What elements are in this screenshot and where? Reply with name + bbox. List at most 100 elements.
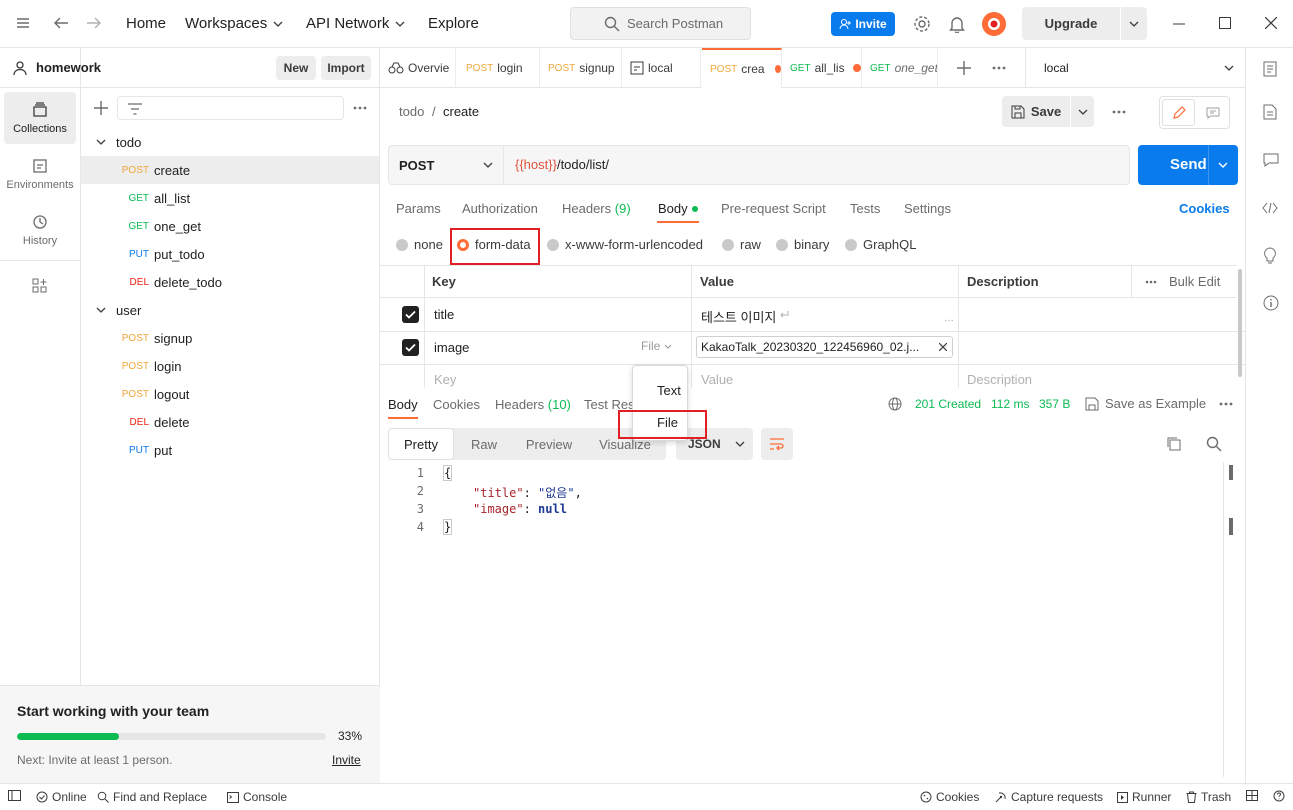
environment-selector[interactable]: local	[1025, 48, 1245, 87]
response-status[interactable]: 201 Created	[915, 397, 981, 411]
request-item-delete-todo[interactable]: DEL delete_todo	[81, 268, 379, 296]
settings-gear-icon[interactable]	[913, 15, 931, 33]
menu-icon[interactable]	[16, 16, 30, 30]
file-chip[interactable]: KakaoTalk_20230320_122456960_02.j...	[696, 336, 953, 358]
table-more-icon[interactable]	[1145, 280, 1157, 284]
filter-input[interactable]	[117, 96, 344, 120]
back-arrow-icon[interactable]	[53, 16, 69, 30]
search-response-icon[interactable]	[1206, 436, 1222, 452]
code-scrollbar-marker[interactable]	[1229, 465, 1233, 480]
import-button[interactable]: Import	[321, 56, 371, 80]
lightbulb-icon[interactable]	[1263, 247, 1277, 265]
tab-params[interactable]: Params	[396, 201, 441, 216]
new-key-input[interactable]: Key	[434, 372, 456, 387]
response-more-icon[interactable]	[1219, 402, 1233, 406]
breadcrumb-parent[interactable]: todo	[399, 104, 424, 119]
runner-button[interactable]: Runner	[1117, 790, 1171, 804]
response-size[interactable]: 357 B	[1039, 397, 1070, 411]
format-pretty[interactable]: Pretty	[388, 428, 454, 460]
request-item-put[interactable]: PUT put	[81, 436, 379, 464]
code-icon[interactable]	[1262, 202, 1278, 214]
rail-environments[interactable]: Environments	[4, 148, 76, 200]
request-item-one-get[interactable]: GET one_get	[81, 212, 379, 240]
upgrade-button[interactable]: Upgrade	[1022, 7, 1120, 40]
radio-urlencoded[interactable]: x-www-form-urlencoded	[547, 237, 703, 252]
row-value[interactable]: 테스트 이미지	[701, 307, 776, 326]
notification-bell-icon[interactable]	[949, 15, 965, 33]
globe-icon[interactable]	[888, 397, 902, 411]
response-tab-body[interactable]: Body	[388, 397, 418, 412]
request-item-login[interactable]: POST login	[81, 352, 379, 380]
row-checkbox[interactable]	[402, 306, 419, 323]
online-status[interactable]: Online	[36, 790, 87, 804]
find-replace[interactable]: Find and Replace	[97, 790, 207, 804]
response-time[interactable]: 112 ms	[991, 397, 1029, 411]
request-item-put-todo[interactable]: PUT put_todo	[81, 240, 379, 268]
info-icon[interactable]	[1263, 295, 1279, 311]
add-collection-icon[interactable]	[94, 101, 108, 115]
toggle-sidebar-icon[interactable]	[8, 790, 21, 801]
request-item-delete[interactable]: DEL delete	[81, 408, 379, 436]
send-button[interactable]: Send	[1138, 145, 1238, 185]
save-button[interactable]: Save	[1002, 96, 1070, 127]
radio-raw[interactable]: raw	[722, 237, 761, 252]
request-item-logout[interactable]: POST logout	[81, 380, 379, 408]
close-icon[interactable]	[1265, 17, 1277, 29]
tab-login[interactable]: POST login	[458, 48, 540, 88]
expand-ellipsis-icon[interactable]: …	[944, 313, 954, 324]
upgrade-dropdown[interactable]	[1121, 7, 1147, 40]
request-item-create[interactable]: POST create	[81, 156, 379, 184]
nav-api-network[interactable]: API Network	[306, 15, 405, 32]
response-tab-headers[interactable]: Headers (10)	[495, 397, 571, 412]
url-input[interactable]: {{host}}/todo/list/	[515, 157, 609, 172]
radio-binary[interactable]: binary	[776, 237, 829, 252]
remove-file-icon[interactable]	[939, 343, 947, 351]
tab-tests[interactable]: Tests	[850, 201, 880, 216]
tab-pre-request-script[interactable]: Pre-request Script	[721, 201, 826, 216]
team-card-invite-link[interactable]: Invite	[332, 753, 361, 767]
save-dropdown[interactable]	[1071, 96, 1094, 127]
new-value-input[interactable]: Value	[701, 372, 733, 387]
tab-overview[interactable]: Overvie	[380, 48, 456, 88]
new-tab-plus-icon[interactable]	[957, 61, 971, 75]
key-type-select[interactable]: File	[641, 339, 672, 353]
bulk-edit-link[interactable]: Bulk Edit	[1169, 274, 1220, 289]
method-select[interactable]: POST	[389, 146, 504, 184]
format-raw[interactable]: Raw	[454, 428, 514, 460]
new-button[interactable]: New	[276, 56, 316, 80]
forward-arrow-icon[interactable]	[86, 16, 102, 30]
rail-collections[interactable]: Collections	[4, 92, 76, 144]
more-options-icon[interactable]	[353, 106, 367, 110]
folder-todo[interactable]: todo	[81, 128, 379, 156]
tabs-more-icon[interactable]	[992, 66, 1006, 70]
tab-body[interactable]: Body	[658, 201, 698, 216]
edit-mode-button[interactable]	[1162, 99, 1195, 126]
tab-settings[interactable]: Settings	[904, 201, 951, 216]
tab-headers[interactable]: Headers (9)	[562, 201, 631, 216]
nav-workspaces[interactable]: Workspaces	[185, 15, 283, 32]
comment-mode-button[interactable]	[1196, 99, 1229, 126]
radio-graphql[interactable]: GraphQL	[845, 237, 916, 252]
avatar[interactable]	[981, 11, 1007, 37]
nav-home[interactable]: Home	[126, 15, 166, 32]
menu-item-text[interactable]: Text	[657, 383, 681, 398]
new-description-input[interactable]: Description	[967, 372, 1032, 387]
request-item-signup[interactable]: POST signup	[81, 324, 379, 352]
row-key[interactable]: title	[434, 307, 454, 322]
layout-toggle-icon[interactable]	[1246, 790, 1258, 801]
save-as-example-button[interactable]: Save as Example	[1085, 396, 1206, 411]
help-icon[interactable]	[1273, 790, 1285, 802]
documentation-icon[interactable]	[1263, 104, 1277, 120]
console-button[interactable]: Console	[227, 790, 287, 804]
tab-one-get[interactable]: GET one_get	[862, 48, 938, 88]
radio-none[interactable]: none	[396, 237, 443, 252]
trash-button[interactable]: Trash	[1186, 790, 1231, 804]
row-checkbox[interactable]	[402, 339, 419, 356]
code-scrollbar-marker[interactable]	[1229, 518, 1233, 535]
tab-all-list[interactable]: GET all_lis	[782, 48, 862, 88]
table-scrollbar[interactable]	[1238, 269, 1242, 377]
folder-user[interactable]: user	[81, 296, 379, 324]
wrap-lines-button[interactable]	[761, 428, 793, 460]
rail-configure[interactable]	[4, 260, 76, 312]
search-input[interactable]: Search Postman	[570, 7, 751, 40]
